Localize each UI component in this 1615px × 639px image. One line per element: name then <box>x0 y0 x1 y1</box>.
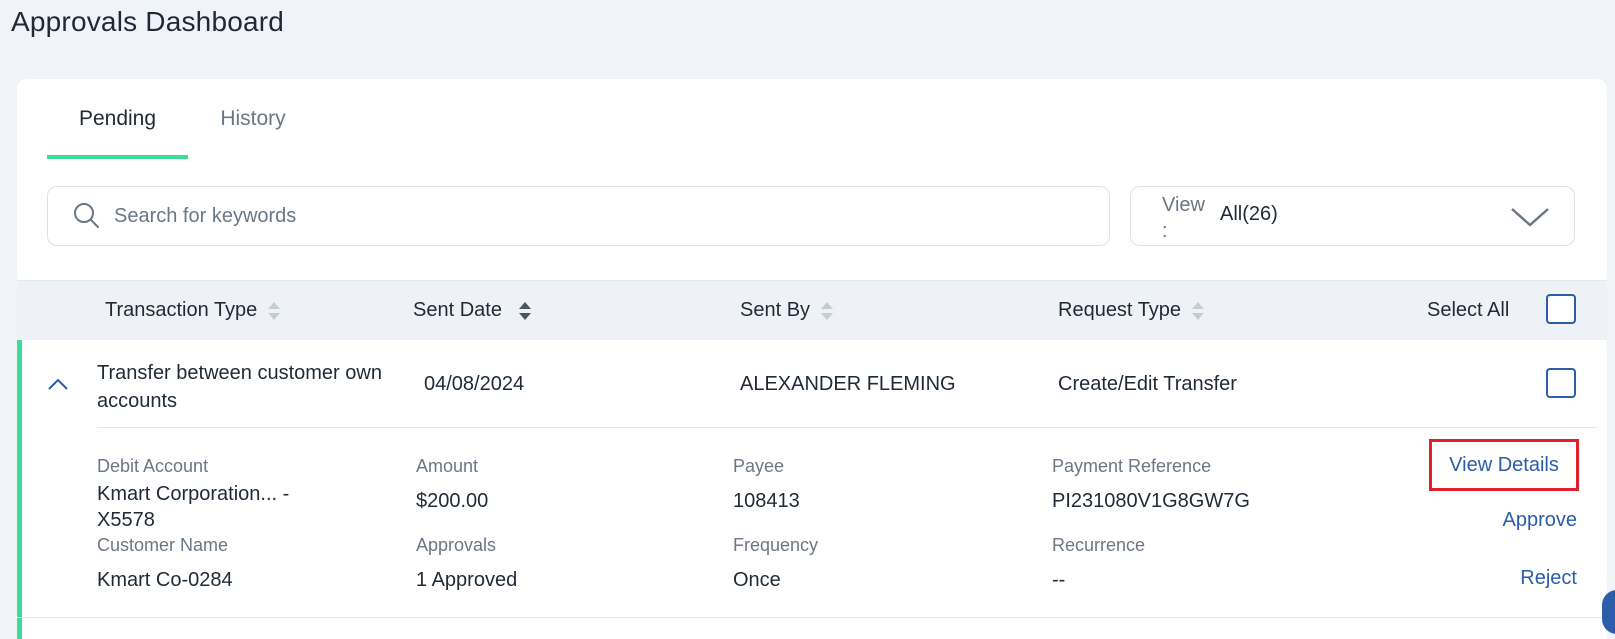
search-input[interactable] <box>114 204 1014 228</box>
amount-value: $200.00 <box>416 490 489 512</box>
view-filter-label: View : <box>1162 194 1205 242</box>
select-all-checkbox[interactable] <box>1546 294 1576 324</box>
row-accent-bar <box>17 340 22 639</box>
payment-reference-label: Payment Reference <box>1052 456 1212 476</box>
table-row: Transfer between customer own accounts 0… <box>17 340 1607 639</box>
header-sent-by-label: Sent By <box>740 299 811 321</box>
row-bottom-divider <box>17 617 1607 618</box>
sort-icon[interactable] <box>1191 300 1205 322</box>
frequency-value: Once <box>733 569 781 591</box>
view-filter-dropdown[interactable]: View : All(26) <box>1130 186 1575 246</box>
tab-history[interactable]: History <box>188 79 318 159</box>
row-divider <box>97 427 1597 428</box>
tab-bar: Pending History <box>47 79 318 159</box>
help-widget-button[interactable] <box>1602 590 1615 634</box>
debit-account-label: Debit Account <box>97 456 209 476</box>
search-box[interactable] <box>47 186 1110 246</box>
payment-reference-value: PI231080V1G8GW7G <box>1052 490 1250 512</box>
approve-link[interactable]: Approve <box>1447 509 1578 532</box>
header-transaction-type-label: Transaction Type <box>105 299 258 321</box>
header-sent-date[interactable]: Sent Date <box>413 299 532 322</box>
row-select-checkbox[interactable] <box>1546 368 1576 398</box>
customer-name-value: Kmart Co-0284 <box>97 569 233 591</box>
approvals-value: 1 Approved <box>416 569 518 591</box>
reject-link[interactable]: Reject <box>1447 567 1577 590</box>
customer-name-label: Customer Name <box>97 535 229 555</box>
view-filter-value: All(26) <box>1220 203 1278 225</box>
select-all-label: Select All <box>1427 299 1510 321</box>
frequency-label: Frequency <box>733 535 819 555</box>
chevron-down-icon[interactable] <box>1510 203 1550 231</box>
chevron-up-icon[interactable] <box>47 376 69 392</box>
header-request-type-label: Request Type <box>1058 299 1182 321</box>
sort-icon[interactable] <box>820 300 834 322</box>
header-sent-date-label: Sent Date <box>413 299 502 321</box>
tab-pending[interactable]: Pending <box>47 79 188 159</box>
approvals-label: Approvals <box>416 535 497 555</box>
sent-by-cell: ALEXANDER FLEMING <box>740 373 956 395</box>
table-header: Transaction Type Sent Date Sent By Reque… <box>17 280 1607 340</box>
view-details-button[interactable]: View Details <box>1429 439 1579 491</box>
amount-label: Amount <box>416 456 479 476</box>
payee-label: Payee <box>733 456 785 476</box>
transaction-type-cell: Transfer between customer own accounts <box>97 362 382 412</box>
request-type-cell: Create/Edit Transfer <box>1058 373 1237 395</box>
debit-account-value: Kmart Corporation... - X5578 <box>97 483 290 531</box>
sort-icon[interactable] <box>518 300 532 322</box>
recurrence-value: -- <box>1052 569 1066 591</box>
sort-icon[interactable] <box>267 300 281 322</box>
sent-date-cell: 04/08/2024 <box>424 373 525 395</box>
approvals-card: Pending History View : All(26) Transacti… <box>17 79 1607 639</box>
recurrence-label: Recurrence <box>1052 535 1146 555</box>
page-title: Approvals Dashboard <box>11 6 285 37</box>
header-sent-by[interactable]: Sent By <box>740 299 834 322</box>
payee-value: 108413 <box>733 490 800 512</box>
search-icon <box>74 203 99 228</box>
header-request-type[interactable]: Request Type <box>1058 299 1205 322</box>
header-transaction-type[interactable]: Transaction Type <box>105 299 281 322</box>
